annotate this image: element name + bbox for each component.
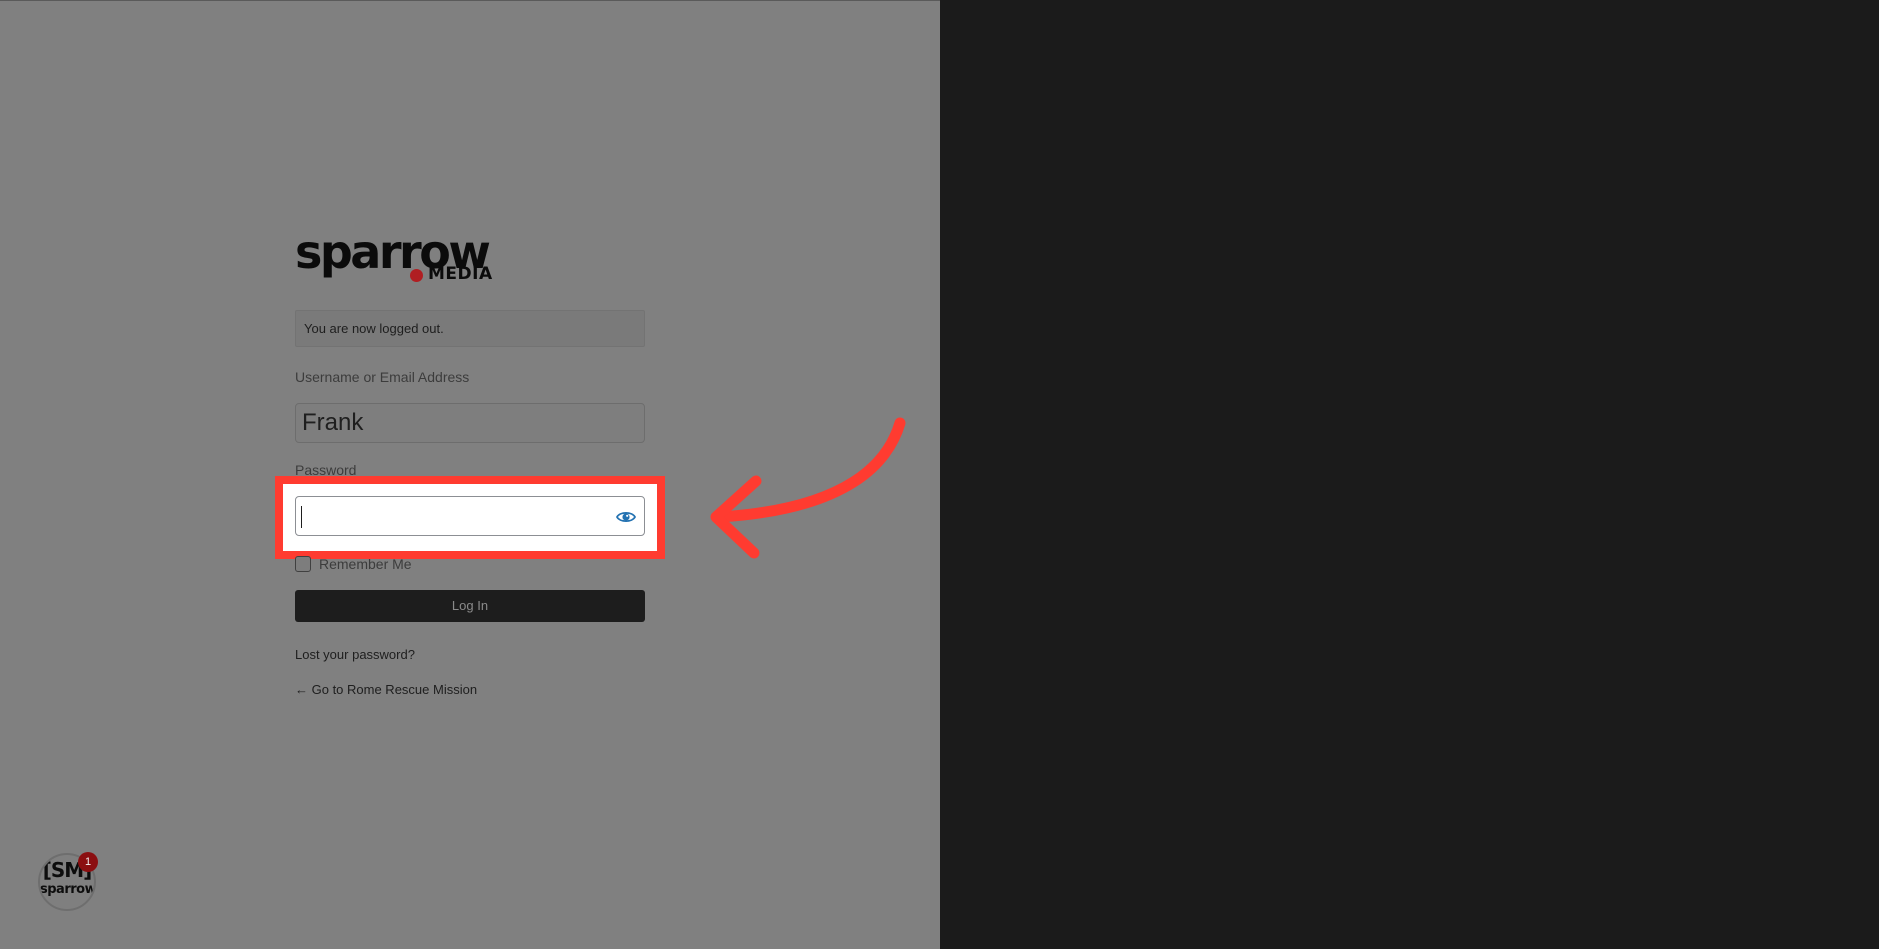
text-cursor — [301, 506, 302, 528]
remember-checkbox[interactable] — [295, 556, 311, 572]
logo-dot-icon — [410, 269, 423, 282]
login-button[interactable]: Log In — [295, 590, 645, 622]
username-input[interactable]: Frank — [295, 403, 645, 443]
notification-badge: 1 — [78, 852, 98, 872]
eye-icon — [615, 511, 637, 523]
remember-label: Remember Me — [319, 556, 412, 572]
lost-password-link[interactable]: Lost your password? — [295, 647, 415, 662]
login-panel: sparrow MEDIA You are now logged out. Us… — [0, 0, 940, 949]
avatar-wordmark: sparrow — [40, 882, 96, 897]
show-password-button[interactable] — [615, 507, 637, 527]
back-to-site-link[interactable]: ← Go to Rome Rescue Mission — [295, 682, 477, 697]
username-label: Username or Email Address — [295, 369, 470, 385]
curved-arrow-icon — [710, 417, 906, 559]
site-logo[interactable]: sparrow MEDIA — [295, 225, 505, 291]
dark-background-panel — [940, 0, 1879, 949]
logout-message: You are now logged out. — [295, 310, 645, 347]
password-input[interactable] — [295, 496, 645, 536]
logo-subtext: MEDIA — [428, 264, 493, 284]
